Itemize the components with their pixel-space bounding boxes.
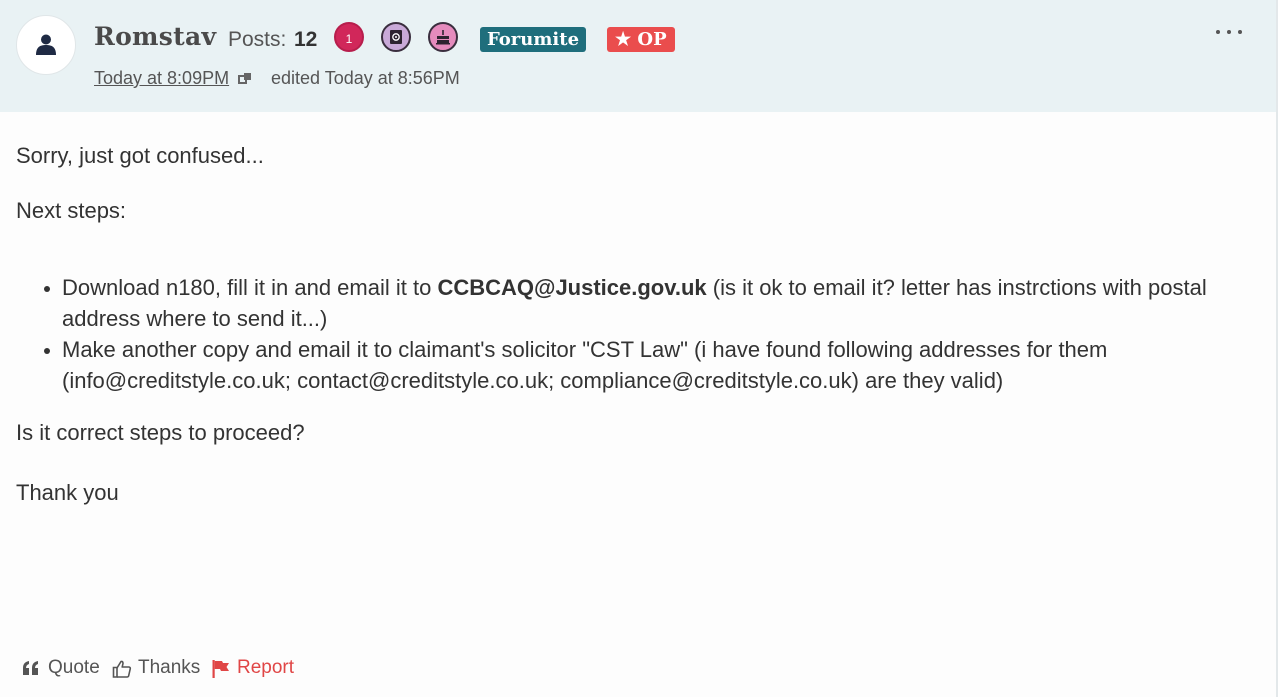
list-item: Make another copy and email it to claima…: [0, 334, 1222, 396]
avatar[interactable]: [16, 15, 76, 75]
quote-label: Quote: [48, 657, 100, 678]
more-options-icon[interactable]: [1212, 22, 1246, 42]
report-label: Report: [237, 657, 295, 678]
post-header: Romstav Posts: 12 1 Forumite ★ OP Today …: [0, 0, 1276, 112]
thumbs-up-icon: [112, 660, 132, 678]
list-item: Download n180, fill it in and email it t…: [0, 272, 1222, 334]
posts-label: Posts:: [228, 28, 287, 51]
op-tag: ★ OP: [607, 27, 675, 52]
quote-icon: [23, 661, 38, 675]
post-step-list: Download n180, fill it in and email it t…: [0, 272, 1276, 396]
notebook-badge-icon[interactable]: [381, 22, 411, 52]
email-address-bold: CCBCAQ@Justice.gov.uk: [437, 275, 707, 300]
post-paragraph: Is it correct steps to proceed?: [16, 420, 305, 445]
post-paragraph: Sorry, just got confused...: [16, 143, 264, 168]
post-timestamp-link[interactable]: Today at 8:09PM: [94, 68, 229, 89]
permalink-icon[interactable]: [238, 71, 252, 85]
posts-count: 12: [294, 28, 318, 51]
author-name[interactable]: Romstav: [94, 22, 216, 51]
post-paragraph: Thank you: [16, 480, 119, 505]
count-badge[interactable]: 1: [334, 22, 364, 52]
post-paragraph: Next steps:: [16, 198, 127, 223]
flag-icon: [212, 660, 229, 678]
role-tag: Forumite: [480, 27, 587, 52]
list-item-text: Make another copy and email it to claima…: [62, 337, 1108, 393]
edited-label: edited Today at 8:56PM: [271, 68, 460, 88]
user-icon: [36, 34, 56, 55]
list-item-text: Download n180, fill it in and email it t…: [62, 275, 438, 300]
birthday-cake-badge-icon[interactable]: [428, 22, 458, 52]
thanks-label: Thanks: [138, 657, 201, 678]
forum-post: Romstav Posts: 12 1 Forumite ★ OP Today …: [0, 0, 1278, 697]
